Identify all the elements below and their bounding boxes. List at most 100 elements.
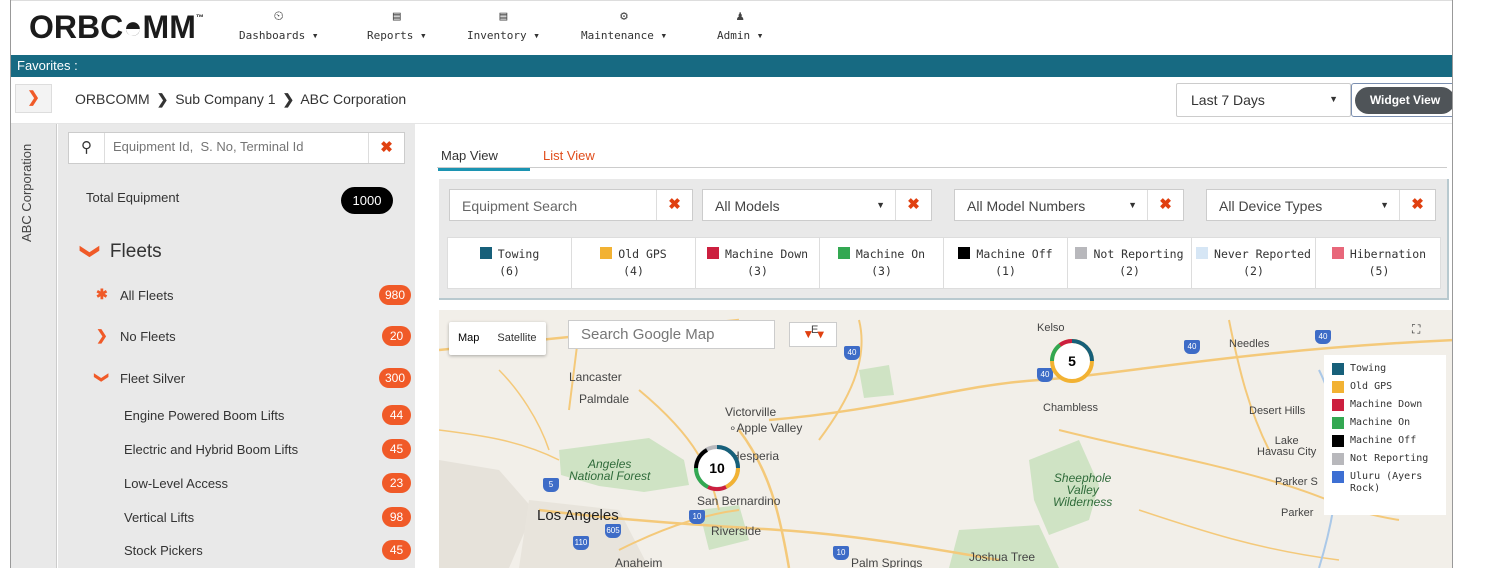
dashboard-icon: ⏲ [273,9,284,24]
interstate-shield-icon: 40 [1315,330,1331,344]
expand-sidebar-button[interactable]: ❯ [15,84,52,113]
cluster-count: 10 [709,460,725,476]
chevron-right-icon: ❯ [96,327,108,343]
nav-dashboards[interactable]: ⏲ Dashboards ▾ [239,9,318,42]
map-canvas[interactable]: Map Satellite Search Google Map ▼ ▾ ⛶ Lan… [439,310,1452,568]
fleets-heading[interactable]: ❯ Fleets [79,240,161,263]
favorites-bar: Favorites : [11,55,1452,77]
widget-view-button[interactable]: Widget View [1351,83,1452,117]
orbcomm-logo[interactable]: ORBC◓MM™ [29,9,204,46]
fleet-count-badge: 23 [382,473,411,493]
cluster-marker[interactable]: 5 [1047,336,1097,386]
nav-inventory[interactable]: ▤ Inventory ▾ [467,9,540,42]
machine-down-swatch-icon [706,247,719,259]
model-numbers-select[interactable]: All Model Numbers ▼ ✖ [954,189,1184,221]
fleet-item-all[interactable]: ✱ All Fleets 980 [58,280,415,310]
clear-filter-button[interactable]: ✖ [656,190,692,220]
place-label: E [811,324,819,336]
map-legend-label: Not Reporting [1350,453,1429,464]
clear-filter-button[interactable]: ✖ [1147,190,1183,220]
nav-admin-label: Admin ▾ [717,29,764,42]
nav-admin[interactable]: ♟ Admin ▾ [717,9,763,42]
top-navigation: ORBC◓MM™ ⏲ Dashboards ▾ ▤ Reports ▾ ▤ In… [11,0,1452,55]
status-legend: Towing (6) Old GPS (4) Machine Down (3) … [447,237,1441,289]
breadcrumb-item[interactable]: Sub Company 1 [175,91,275,107]
models-value: All Models [715,198,780,214]
device-types-select[interactable]: All Device Types ▼ ✖ [1206,189,1436,221]
favorites-label: Favorites : [17,58,78,73]
search-icon[interactable]: ⚲ [69,133,105,163]
status-count: (6) [499,264,520,278]
nav-maintenance[interactable]: ⚙ Maintenance ▾ [581,9,667,42]
map-type-satellite-button[interactable]: Satellite [488,322,545,355]
fleet-count-badge: 20 [382,326,411,346]
old-gps-swatch-icon [600,247,613,259]
machine-down-swatch-icon [1332,399,1344,411]
map-legend-item: Old GPS [1332,381,1446,399]
map-legend-item: Machine Off [1332,435,1446,453]
map-legend-label: Old GPS [1350,381,1393,392]
fleet-subitem-label: Vertical Lifts [124,510,195,525]
fleet-count-badge: 45 [382,439,411,459]
company-side-tab[interactable]: ABC Corporation [11,124,57,568]
equipment-search-filter[interactable]: Equipment Search ✖ [449,189,693,221]
clear-filter-button[interactable]: ✖ [1399,190,1435,220]
fleet-item-fleet-silver[interactable]: ❯ Fleet Silver 300 [58,363,415,393]
map-legend-label: Uluru (Ayers Rock) [1350,471,1423,494]
status-never-reported[interactable]: Never Reported (2) [1192,238,1316,288]
models-select[interactable]: All Models ▼ ✖ [702,189,932,221]
status-towing[interactable]: Towing (6) [448,238,572,288]
nav-reports[interactable]: ▤ Reports ▾ [367,9,427,42]
fleet-subitem-label: Engine Powered Boom Lifts [124,408,285,423]
cluster-count: 5 [1068,353,1076,369]
main-content: Map View List View Equipment Search ✖ Al… [415,124,1452,568]
place-label: Parker [1281,507,1314,519]
caret-down-icon: ▼ [1329,94,1338,104]
place-label: Palmdale [579,392,630,406]
logo-text: ORBC◓MM [29,9,196,45]
fleet-count-badge: 44 [382,405,411,425]
map-legend-item: Uluru (Ayers Rock) [1332,471,1446,499]
breadcrumb-row: ❯ ORBCOMM ❯ Sub Company 1 ❯ ABC Corporat… [11,77,1452,124]
not-reporting-swatch-icon [1332,453,1344,465]
fleet-subitem[interactable]: Engine Powered Boom Lifts 44 [58,400,415,430]
reports-icon: ▤ [392,9,401,24]
place-label: Lake Havasu City [1257,435,1317,458]
fleet-subitem[interactable]: Low-Level Access 23 [58,468,415,498]
status-label: Not Reporting [1093,247,1184,261]
clear-filter-button[interactable]: ✖ [895,190,931,220]
status-machine-off[interactable]: Machine Off (1) [944,238,1068,288]
fleet-item-no-fleets[interactable]: ❯ No Fleets 20 [58,321,415,351]
breadcrumb-item[interactable]: ABC Corporation [300,91,406,107]
clear-search-button[interactable]: ✖ [368,133,404,163]
map-legend: Towing Old GPS Machine Down Machine On M… [1324,355,1446,515]
status-label: Machine On [855,247,926,261]
fleet-subitem[interactable]: Electric and Hybrid Boom Lifts 45 [58,434,415,464]
asterisk-icon: ✱ [96,286,108,302]
status-count: (1) [995,264,1016,278]
place-label: Parker S [1275,476,1318,488]
map-search-input[interactable]: Search Google Map [568,320,775,349]
tab-list-view[interactable]: List View [543,148,595,163]
date-range-select[interactable]: Last 7 Days ▼ [1176,83,1351,117]
total-equipment-count: 1000 [341,187,393,214]
status-hibernation[interactable]: Hibernation (5) [1316,238,1442,288]
fleet-subitem[interactable]: Stock Pickers 45 [58,535,415,565]
tab-map-view[interactable]: Map View [438,148,530,171]
fullscreen-icon[interactable]: ⛶ [1412,322,1420,337]
status-not-reporting[interactable]: Not Reporting (2) [1068,238,1192,288]
fleet-subitem[interactable]: Vertical Lifts 98 [58,502,415,532]
status-machine-on[interactable]: Machine On (3) [820,238,944,288]
place-label: Palm Springs [851,556,923,568]
total-equipment-label: Total Equipment [86,190,180,205]
breadcrumb-separator-icon: ❯ [282,91,295,107]
status-old-gps[interactable]: Old GPS (4) [572,238,696,288]
place-label: ∘Apple Valley [729,421,803,435]
cluster-marker[interactable]: 10 [691,442,743,494]
place-label: Desert Hills [1249,405,1306,417]
status-label: Hibernation [1349,247,1427,261]
map-type-map-button[interactable]: Map [449,322,488,355]
breadcrumb-item[interactable]: ORBCOMM [75,91,150,107]
equipment-search-input[interactable] [113,139,363,154]
status-machine-down[interactable]: Machine Down (3) [696,238,820,288]
